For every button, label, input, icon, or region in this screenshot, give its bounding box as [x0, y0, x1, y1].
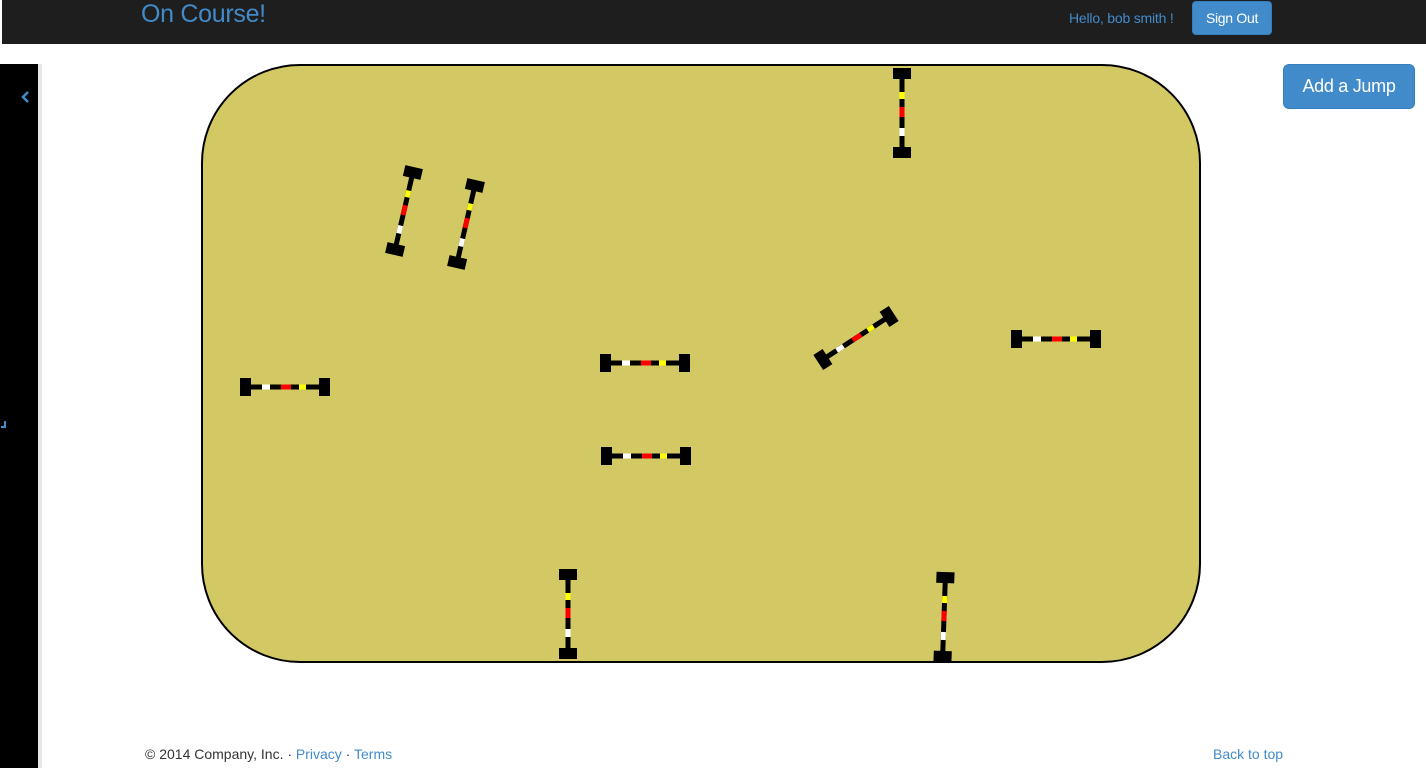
- navbar: On Course! Hello, bob smith ! Sign Out: [2, 0, 1426, 44]
- arena-canvas: [201, 64, 1201, 663]
- sign-out-button[interactable]: Sign Out: [1192, 1, 1272, 35]
- privacy-link[interactable]: Privacy: [296, 746, 342, 762]
- user-greeting[interactable]: Hello, bob smith !: [1069, 10, 1174, 26]
- arena: [201, 64, 1201, 663]
- footer-copyright: © 2014 Company, Inc. · Privacy · Terms: [145, 746, 392, 762]
- add-jump-button[interactable]: Add a Jump: [1283, 64, 1415, 109]
- chevron-left-icon[interactable]: [18, 87, 32, 107]
- terms-link[interactable]: Terms: [354, 746, 392, 762]
- sidebar: [0, 64, 38, 768]
- copyright-text: © 2014 Company, Inc. ·: [145, 746, 296, 762]
- footer-separator: ·: [341, 746, 355, 762]
- sidebar-marker: [1, 421, 6, 428]
- sidebar-divider: [38, 64, 42, 768]
- back-to-top-link[interactable]: Back to top: [1213, 746, 1283, 762]
- brand-link[interactable]: On Course!: [141, 0, 266, 28]
